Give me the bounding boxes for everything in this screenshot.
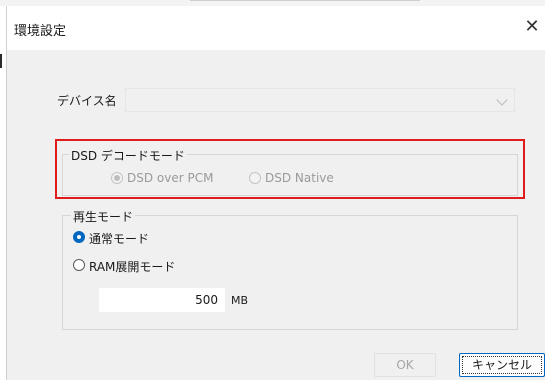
highlight-frame	[55, 139, 525, 199]
ram-mode-radio[interactable]	[73, 259, 85, 271]
dialog-title: 環境設定	[14, 24, 67, 39]
ram-size-input[interactable]: 500	[99, 288, 225, 312]
title-bar[interactable]: 環境設定 ✕	[7, 6, 545, 50]
ram-mode-label: RAM展開モード	[89, 260, 176, 274]
background-window-mark	[0, 54, 2, 68]
device-name-label: デバイス名	[57, 94, 117, 108]
device-name-dropdown[interactable]	[125, 88, 515, 112]
close-icon: ✕	[524, 16, 540, 37]
playback-mode-legend: 再生モード	[71, 208, 136, 225]
cancel-button[interactable]: キャンセル	[459, 353, 545, 377]
chevron-down-icon	[496, 94, 508, 106]
normal-mode-radio[interactable]	[73, 231, 85, 243]
close-button[interactable]: ✕	[520, 14, 544, 40]
normal-mode-label: 通常モード	[89, 232, 150, 246]
cancel-button-label: キャンセル	[462, 356, 542, 374]
preferences-dialog: 環境設定 ✕ デバイス名 DSD デコードモード DSD over PCM DS…	[6, 6, 545, 380]
ram-size-unit: MB	[231, 294, 249, 307]
background-window-edge	[190, 0, 420, 1]
ok-button[interactable]: OK	[374, 353, 436, 377]
